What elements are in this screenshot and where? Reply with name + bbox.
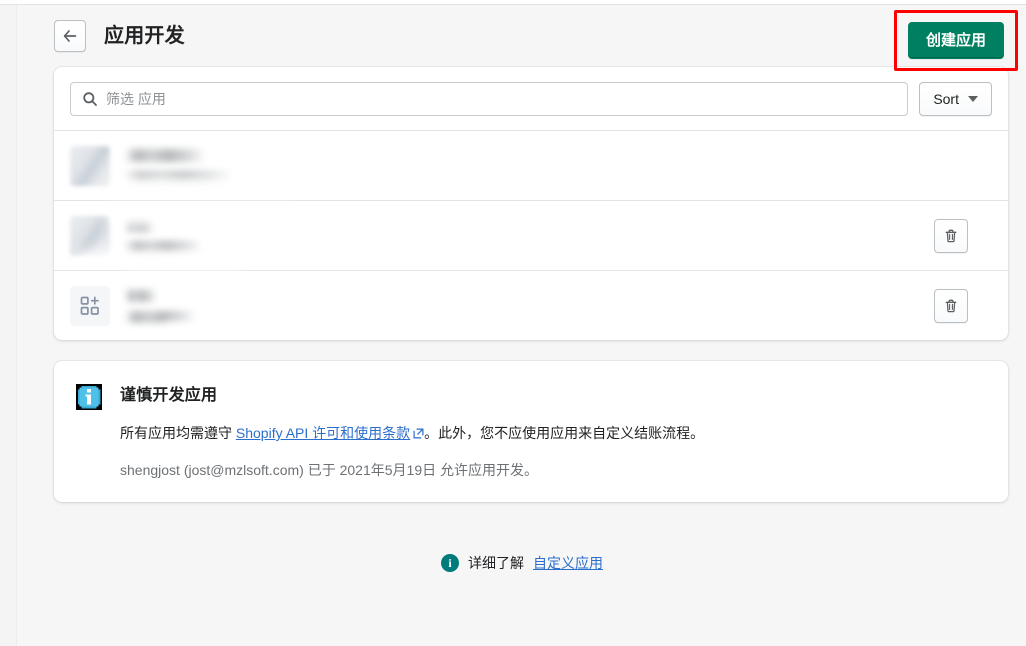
grid-plus-icon (80, 296, 99, 315)
notice-title: 谨慎开发应用 (120, 387, 218, 404)
page-title: 应用开发 (104, 25, 185, 47)
app-info (126, 288, 918, 323)
develop-apps-notice-card: 谨慎开发应用 所有应用均需遵守 Shopify API 许可和使用条款 。此外，您… (54, 361, 1008, 502)
filter-row: Sort (54, 67, 1008, 130)
info-icon (75, 383, 103, 411)
app-subtitle-redacted (126, 240, 200, 253)
sort-button[interactable]: Sort (919, 82, 992, 116)
table-row[interactable] (54, 200, 1008, 270)
app-info (126, 218, 918, 253)
footer-help: i 详细了解 自定义应用 (18, 553, 1026, 573)
app-subtitle-redacted (126, 310, 194, 323)
chevron-down-icon (968, 96, 978, 102)
redaction-smear (124, 271, 244, 285)
arrow-left-icon (63, 30, 77, 42)
table-row[interactable] (54, 270, 1008, 340)
redaction-smear (164, 323, 364, 340)
app-list-card: Sort (54, 67, 1008, 340)
delete-app-button[interactable] (934, 218, 968, 253)
app-name-redacted (126, 218, 154, 232)
create-app-highlight-annotation: 创建应用 (893, 10, 1018, 71)
notice-text-before-link: 所有应用均需遵守 (120, 425, 236, 441)
info-circle-icon: i (441, 554, 459, 572)
app-icon (70, 215, 110, 256)
shopify-api-terms-link[interactable]: Shopify API 许可和使用条款 (236, 425, 410, 441)
footer-text: 详细了解 (468, 555, 524, 571)
back-button[interactable] (54, 20, 86, 52)
app-icon (70, 145, 110, 186)
create-app-button[interactable]: 创建应用 (907, 22, 1004, 59)
search-input[interactable] (106, 91, 897, 107)
left-edge-strip (0, 5, 17, 646)
notice-body: 谨慎开发应用 所有应用均需遵守 Shopify API 许可和使用条款 。此外，您… (120, 381, 988, 480)
app-subtitle-redacted (126, 170, 230, 183)
sort-button-label: Sort (933, 91, 959, 107)
table-row[interactable] (54, 130, 1008, 200)
header-actions: 创建应用 (893, 10, 1018, 71)
custom-apps-link[interactable]: 自定义应用 (533, 553, 603, 573)
notice-text-after-link: 。此外，您不应使用应用来自定义结账流程。 (424, 425, 705, 441)
search-icon (83, 92, 97, 106)
trash-icon (945, 299, 957, 312)
app-name-redacted (126, 288, 156, 302)
search-field[interactable] (70, 82, 909, 116)
delete-app-button[interactable] (934, 288, 968, 323)
app-info (126, 148, 992, 183)
page-container: 应用开发 创建应用 Sort (18, 5, 1026, 646)
external-link-icon (413, 424, 424, 444)
page-header: 应用开发 创建应用 (18, 5, 1026, 71)
screenshot-viewport: 应用开发 创建应用 Sort (0, 0, 1026, 646)
trash-icon (945, 229, 957, 242)
app-name-redacted (126, 148, 204, 162)
notice-meta: shengjost (jost@mzlsoft.com) 已于 2021年5月1… (120, 462, 538, 478)
notice-paragraph: 所有应用均需遵守 Shopify API 许可和使用条款 。此外，您不应使用应用来… (120, 423, 988, 444)
app-icon (70, 285, 110, 326)
